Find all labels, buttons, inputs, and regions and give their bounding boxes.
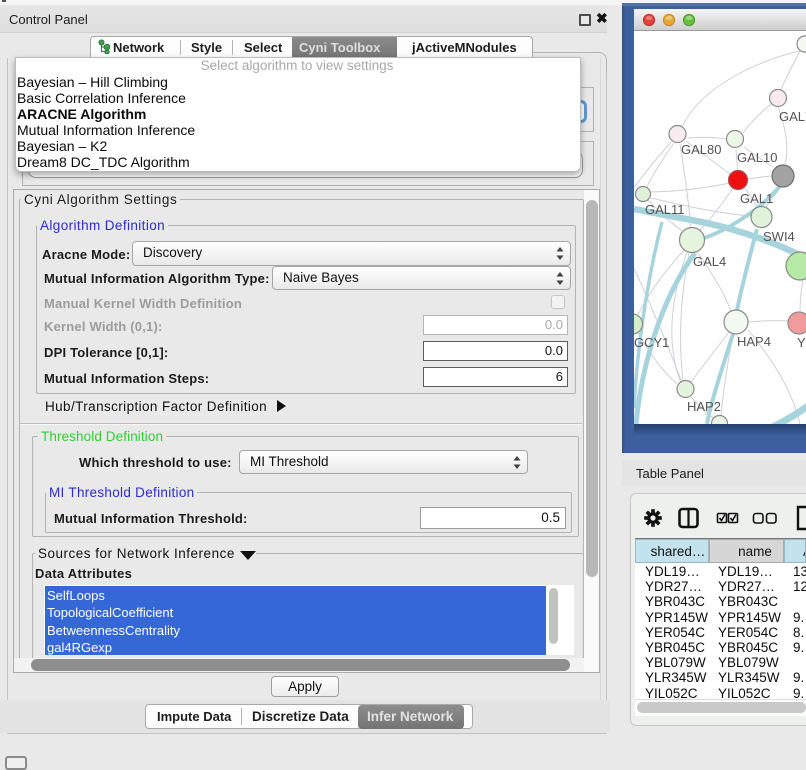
svg-text:GAL10: GAL10 <box>737 150 777 165</box>
svg-text:HAP2: HAP2 <box>687 399 721 414</box>
svg-text:GAL80: GAL80 <box>681 142 721 157</box>
svg-text:SWI4: SWI4 <box>763 229 795 244</box>
svg-text:HAP4: HAP4 <box>737 334 771 349</box>
svg-text:GAL1: GAL1 <box>740 191 773 206</box>
svg-text:GCY1: GCY1 <box>634 335 669 350</box>
svg-text:GAL7: GAL7 <box>779 109 806 124</box>
svg-text:GAL11: GAL11 <box>645 202 685 217</box>
svg-text:GAL4: GAL4 <box>693 254 726 269</box>
svg-text:Y: Y <box>797 335 806 350</box>
